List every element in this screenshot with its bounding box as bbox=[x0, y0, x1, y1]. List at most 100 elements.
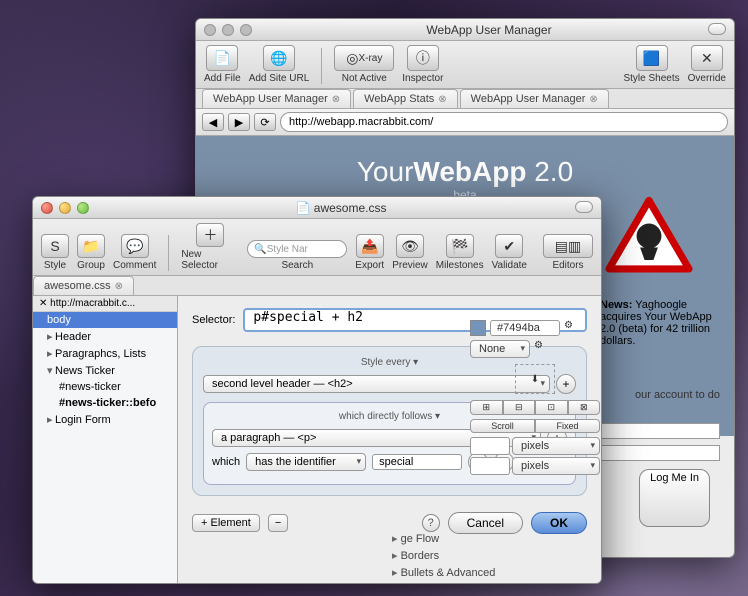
size-input[interactable] bbox=[470, 437, 510, 455]
disclosure-icon: ▸ bbox=[47, 330, 55, 343]
style-icon: S bbox=[41, 234, 69, 258]
toolbar-toggle[interactable] bbox=[708, 23, 726, 35]
warning-sign-icon bbox=[604, 196, 694, 276]
sidebar-item-paragraphs[interactable]: ▸Paragraphcs, Lists bbox=[33, 345, 177, 362]
gear-icon[interactable]: ⚙ bbox=[564, 320, 573, 336]
property-panel: #7494ba ⚙ None ⚙ ⬇ ⊞⊟⊡⊠ ScrollFixed pixe… bbox=[470, 320, 600, 477]
close-button[interactable] bbox=[204, 24, 216, 36]
window-title: 📄 awesome.css bbox=[89, 201, 593, 215]
export-icon: 📤 bbox=[356, 234, 384, 258]
unit-select[interactable]: pixels bbox=[512, 437, 600, 455]
condition-select[interactable]: has the identifier bbox=[246, 453, 366, 471]
tab-3[interactable]: WebApp User Manager⊗ bbox=[460, 89, 609, 108]
borders-section[interactable]: Borders bbox=[388, 547, 499, 564]
reload-button[interactable]: ⟳ bbox=[254, 113, 276, 131]
align-segment[interactable]: ⊞⊟⊡⊠ bbox=[470, 400, 600, 415]
xray-icon: ◎ X-ray bbox=[334, 45, 394, 71]
login-pass-field[interactable] bbox=[600, 445, 720, 461]
sidebar-url[interactable]: ✕ http://macrabbit.c... bbox=[33, 296, 177, 312]
toolbar-toggle[interactable] bbox=[575, 201, 593, 213]
tab-1[interactable]: WebApp User Manager⊗ bbox=[202, 89, 351, 108]
bullets-section[interactable]: Bullets & Advanced bbox=[388, 564, 499, 581]
account-text: our account to do bbox=[635, 389, 720, 401]
color-swatch[interactable] bbox=[470, 320, 486, 336]
sidebar-item-news[interactable]: ▾News Ticker bbox=[33, 362, 177, 379]
pageflow-section[interactable]: ge Flow bbox=[388, 530, 499, 547]
sidebar-item-header[interactable]: ▸Header bbox=[33, 328, 177, 345]
sidebar-item-body[interactable]: body bbox=[33, 312, 177, 328]
titlebar[interactable]: WebApp User Manager bbox=[196, 19, 734, 41]
override-icon: ✕ bbox=[691, 45, 723, 71]
milestones-button[interactable]: 🏁Milestones bbox=[436, 234, 484, 271]
editors-icon: ▤▥ bbox=[543, 234, 593, 258]
stylesheets-button[interactable]: 🟦Style Sheets bbox=[623, 45, 679, 84]
add-element-button[interactable]: + Element bbox=[192, 514, 260, 532]
disclosure-icon: ▾ bbox=[47, 364, 55, 377]
url-field[interactable]: http://webapp.macrabbit.com/ bbox=[280, 112, 728, 132]
editors-button[interactable]: ▤▥Editors bbox=[543, 234, 593, 271]
browser-navbar: ◀ ▶ ⟳ http://webapp.macrabbit.com/ bbox=[196, 109, 734, 136]
unit-select[interactable]: pixels bbox=[512, 457, 600, 475]
close-icon[interactable]: ⊗ bbox=[589, 94, 597, 105]
new-selector-button[interactable]: ＋New Selector bbox=[181, 223, 239, 271]
remove-element-button[interactable]: − bbox=[268, 514, 288, 532]
file-plus-icon: 📄 bbox=[206, 45, 238, 71]
login-user-field[interactable] bbox=[600, 423, 720, 439]
color-hex-input[interactable]: #7494ba bbox=[490, 320, 560, 336]
group-button[interactable]: 📁Group bbox=[77, 234, 105, 271]
ok-button[interactable]: OK bbox=[531, 512, 587, 534]
export-button[interactable]: 📤Export bbox=[355, 234, 384, 271]
override-button[interactable]: ✕Override bbox=[688, 45, 726, 84]
editor-toolbar: SStyle 📁Group 💬Comment ＋New Selector 🔍 S… bbox=[33, 219, 601, 276]
sidebar-item-newsticker[interactable]: #news-ticker bbox=[33, 379, 177, 395]
folder-icon: 📁 bbox=[77, 234, 105, 258]
which-label: which bbox=[212, 456, 240, 468]
login-button[interactable]: Log Me In bbox=[639, 469, 710, 527]
add-file-button[interactable]: 📄Add File bbox=[204, 45, 241, 84]
validate-button[interactable]: ✔Validate bbox=[492, 234, 527, 271]
sidebar-item-newsticker-before[interactable]: #news-ticker::befo bbox=[33, 395, 177, 411]
bg-select[interactable]: None bbox=[470, 340, 530, 358]
file-tabs: awesome.css⊗ bbox=[33, 276, 601, 296]
news-box: News: Yaghoogle acquires Your WebApp 2.0… bbox=[600, 299, 720, 347]
sidebar-item-login[interactable]: ▸Login Form bbox=[33, 411, 177, 428]
comment-button[interactable]: 💬Comment bbox=[113, 234, 156, 271]
xray-button[interactable]: ◎ X-rayNot Active bbox=[334, 45, 394, 84]
file-tab[interactable]: awesome.css⊗ bbox=[33, 276, 134, 295]
selector-sidebar: ✕ http://macrabbit.c... body ▸Header ▸Pa… bbox=[33, 296, 178, 584]
preview-button[interactable]: 👁Preview bbox=[392, 234, 428, 271]
search-field[interactable]: 🔍 Style Nar bbox=[247, 240, 347, 258]
disclosure-icon: ▸ bbox=[47, 413, 55, 426]
stylesheets-icon: 🟦 bbox=[636, 45, 668, 71]
flag-icon: 🏁 bbox=[446, 234, 474, 258]
close-icon[interactable]: ⊗ bbox=[115, 281, 123, 292]
close-icon[interactable]: ⊗ bbox=[438, 94, 446, 105]
selector-label: Selector: bbox=[192, 314, 235, 326]
style-button[interactable]: SStyle bbox=[41, 234, 69, 271]
close-icon[interactable]: ⊗ bbox=[332, 94, 340, 105]
identifier-input[interactable] bbox=[372, 454, 462, 470]
zoom-button[interactable] bbox=[240, 24, 252, 36]
minimize-button[interactable] bbox=[59, 202, 71, 214]
main-toolbar: 📄Add File 🌐Add Site URL ◎ X-rayNot Activ… bbox=[196, 41, 734, 89]
forward-button[interactable]: ▶ bbox=[228, 113, 250, 131]
disclosure-icon: ▸ bbox=[47, 347, 55, 360]
minimize-button[interactable] bbox=[222, 24, 234, 36]
gear-icon[interactable]: ⚙ bbox=[534, 340, 543, 358]
add-url-button[interactable]: 🌐Add Site URL bbox=[249, 45, 310, 84]
back-button[interactable]: ◀ bbox=[202, 113, 224, 131]
eye-icon: 👁 bbox=[396, 234, 424, 258]
size-input[interactable] bbox=[470, 457, 510, 475]
zoom-button[interactable] bbox=[77, 202, 89, 214]
info-icon: ⓘ bbox=[407, 45, 439, 71]
attach-segment[interactable]: ScrollFixed bbox=[470, 419, 600, 433]
titlebar[interactable]: 📄 awesome.css bbox=[33, 197, 601, 219]
image-well[interactable]: ⬇ bbox=[515, 364, 555, 394]
plus-icon: ＋ bbox=[196, 223, 224, 247]
page-logo: YourWebApp 2.0 bbox=[216, 156, 714, 188]
globe-plus-icon: 🌐 bbox=[263, 45, 295, 71]
close-button[interactable] bbox=[41, 202, 53, 214]
inspector-button[interactable]: ⓘInspector bbox=[402, 45, 443, 84]
tab-2[interactable]: WebApp Stats⊗ bbox=[353, 89, 458, 108]
check-icon: ✔ bbox=[495, 234, 523, 258]
